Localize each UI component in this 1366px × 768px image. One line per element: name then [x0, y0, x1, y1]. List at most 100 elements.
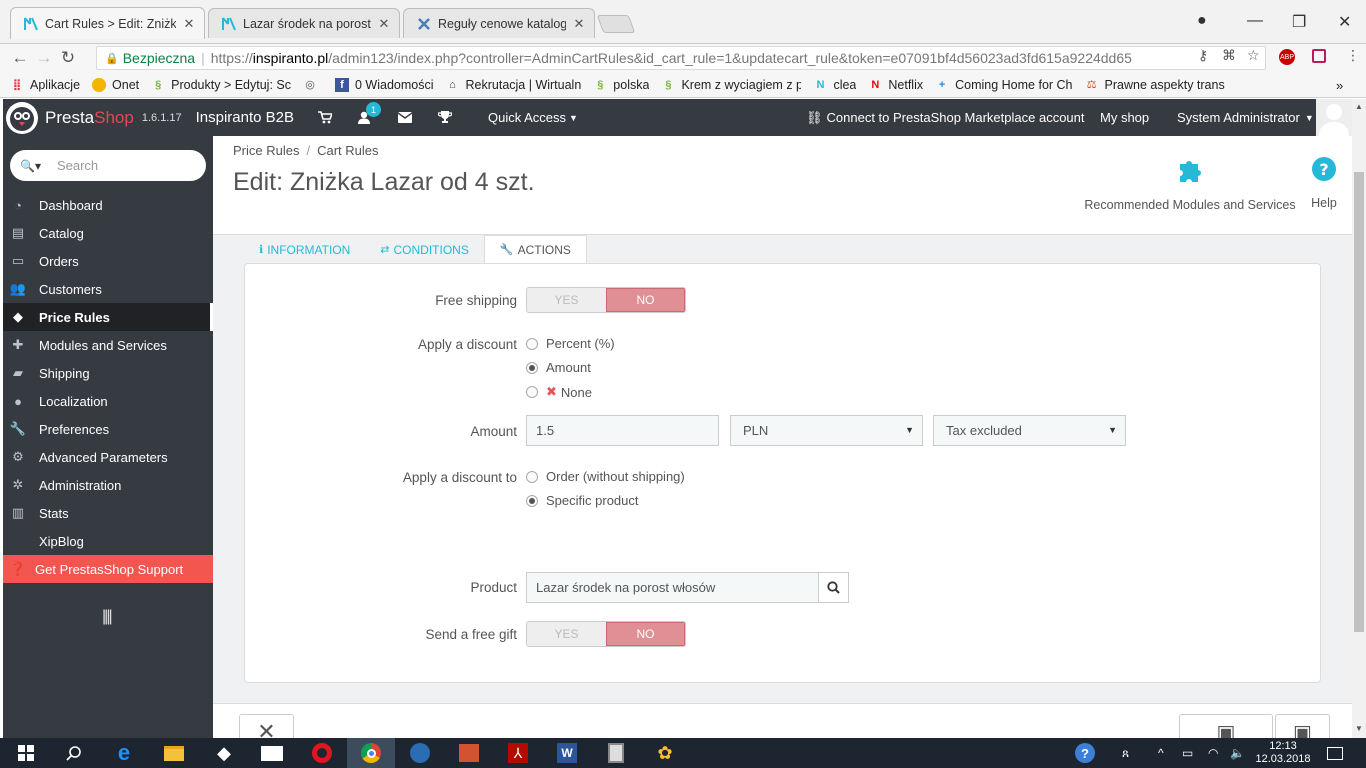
free-gift-yes[interactable]: YES	[527, 622, 606, 646]
currency-select[interactable]: PLN ▼	[730, 415, 923, 446]
shop-name[interactable]: Inspiranto B2B	[196, 109, 294, 126]
sidebar-item-catalog[interactable]: ▤ Catalog	[3, 219, 213, 247]
sidebar-item-administration[interactable]: ✲ Administration	[3, 471, 213, 499]
window-close-icon[interactable]: ✕	[1338, 12, 1351, 32]
reload-icon[interactable]: ↻	[56, 48, 80, 68]
calculator-icon[interactable]	[592, 738, 640, 768]
save-and-stay-button[interactable]: ▣	[1179, 714, 1273, 738]
key-icon[interactable]: ⚷	[1198, 47, 1208, 64]
close-icon[interactable]: ✕	[377, 16, 391, 32]
marketplace-link[interactable]: ⛓ Connect to PrestaShop Marketplace accou…	[806, 99, 1085, 136]
volume-icon[interactable]: 🔈	[1230, 738, 1245, 768]
sidebar-item-localization[interactable]: ● Localization	[3, 387, 213, 415]
scroll-up-icon[interactable]: ▲	[1355, 102, 1363, 111]
mail-icon[interactable]	[248, 738, 296, 768]
back-icon[interactable]: ←	[8, 48, 32, 68]
bookmark-onet[interactable]: Onet	[92, 77, 139, 92]
prestashop-logo[interactable]: PrestaShop 1.6.1.17	[5, 101, 182, 135]
extension-icon[interactable]	[1312, 49, 1326, 63]
address-bar[interactable]: 🔒 Bezpieczna | https://inspiranto.pl/adm…	[96, 46, 1266, 70]
thunderbird-icon[interactable]	[396, 738, 444, 768]
tray-chevron-icon[interactable]: ^	[1158, 738, 1164, 768]
bookmark-netflix[interactable]: N Netflix	[868, 78, 923, 92]
windows-start-icon[interactable]	[2, 738, 50, 768]
bookmark-rekrutacja[interactable]: ⌂ Rekrutacja | Wirtualn	[446, 78, 581, 92]
opera-icon[interactable]	[298, 738, 346, 768]
system-clock[interactable]: 12:13 12.03.2018	[1252, 740, 1314, 766]
bookmark-globe[interactable]: ◎	[303, 78, 323, 92]
product-search-button[interactable]	[818, 572, 849, 603]
search-icon[interactable]	[50, 738, 98, 768]
apply-to-order-radio[interactable]: Order (without shipping)	[526, 469, 685, 484]
free-shipping-switch[interactable]: YES NO	[526, 287, 686, 313]
free-gift-switch[interactable]: YES NO	[526, 621, 686, 647]
scroll-down-icon[interactable]: ▼	[1355, 724, 1363, 733]
cancel-button[interactable]: ✕	[239, 714, 294, 738]
adblock-icon[interactable]: ABP	[1279, 49, 1295, 65]
collapse-sidebar-icon[interactable]: ||||	[102, 608, 113, 626]
sidebar-item-xipblog[interactable]: XipBlog	[3, 527, 213, 555]
product-input[interactable]: Lazar środek na porost włosów	[526, 572, 819, 603]
envelope-icon[interactable]	[398, 99, 412, 136]
bookmark-polska[interactable]: § polska	[593, 78, 649, 92]
bookmark-facebook[interactable]: f 0 Wiadomości	[335, 77, 434, 92]
customers-notification-button[interactable]: 1	[358, 99, 388, 136]
tab-information[interactable]: ℹ Information	[244, 235, 365, 264]
menu-icon[interactable]: ⋮	[1346, 47, 1360, 64]
my-shop-link[interactable]: My shop	[1100, 99, 1149, 136]
bookmark-coming-home[interactable]: + Coming Home for Ch	[935, 78, 1073, 92]
browser-tab-reguly[interactable]: Reguły cenowe katalogu ✕	[403, 8, 595, 38]
dropbox-icon[interactable]: ◆	[200, 738, 248, 768]
close-icon[interactable]: ✕	[572, 16, 586, 32]
sidebar-item-customers[interactable]: 👥 Customers	[3, 275, 213, 303]
breadcrumb-price-rules[interactable]: Price Rules	[233, 143, 299, 158]
presentation-icon[interactable]	[445, 738, 493, 768]
discount-percent-radio[interactable]: Percent (%)	[526, 336, 615, 351]
discount-none-radio[interactable]: ✖ None	[526, 384, 592, 400]
recommended-modules-button[interactable]: Recommended Modules and Services	[1084, 156, 1296, 212]
sidebar-item-shipping[interactable]: ▰ Shipping	[3, 359, 213, 387]
page-scrollbar[interactable]: ▲ ▼	[1352, 99, 1366, 738]
avatar[interactable]	[1316, 99, 1352, 136]
help-tray-icon[interactable]: ?	[1075, 738, 1095, 768]
free-shipping-yes[interactable]: YES	[527, 288, 606, 312]
wifi-icon[interactable]: ◠	[1208, 738, 1218, 768]
star-icon[interactable]: ☆	[1247, 47, 1260, 64]
sidebar-item-dashboard[interactable]: ◔ Dashboard	[3, 191, 213, 219]
bookmark-prawne[interactable]: ⚖ Prawne aspekty trans	[1085, 78, 1225, 92]
discount-amount-radio[interactable]: Amount	[526, 360, 591, 375]
translate-icon[interactable]: ⌘	[1222, 47, 1236, 64]
bookmark-apps[interactable]: ⣿ Aplikacje	[10, 78, 80, 92]
sidebar-item-support[interactable]: ❓ Get PrestasShop Support	[3, 555, 213, 583]
tab-actions[interactable]: 🔧 Actions	[483, 235, 587, 264]
help-button[interactable]: ? Help	[1303, 156, 1345, 210]
minimize-icon[interactable]: —	[1247, 12, 1263, 30]
trophy-icon[interactable]	[438, 99, 452, 136]
search-icon[interactable]: 🔍▾	[20, 159, 41, 173]
notifications-icon[interactable]	[1327, 738, 1343, 768]
user-menu[interactable]: System Administrator ▼	[1177, 99, 1314, 136]
scroll-thumb[interactable]	[1354, 172, 1364, 632]
restore-icon[interactable]: ❐	[1292, 12, 1306, 32]
sidebar-item-stats[interactable]: ▥ Stats	[3, 499, 213, 527]
amount-input[interactable]: 1.5	[526, 415, 719, 446]
battery-icon[interactable]: ▭	[1182, 738, 1193, 768]
edge-icon[interactable]: e	[100, 738, 148, 768]
bookmarks-more-button[interactable]: »	[1336, 78, 1343, 93]
tax-select[interactable]: Tax excluded ▼	[933, 415, 1126, 446]
sidebar-item-advanced-parameters[interactable]: ⚙ Advanced Parameters	[3, 443, 213, 471]
browser-tab-cart-rules[interactable]: Cart Rules > Edit: Zniżka ✕	[10, 7, 205, 39]
close-icon[interactable]: ✕	[182, 16, 196, 32]
sidebar-item-price-rules[interactable]: ◆ Price Rules	[3, 303, 213, 331]
sidebar-item-preferences[interactable]: 🔧 Preferences	[3, 415, 213, 443]
free-gift-no[interactable]: NO	[605, 622, 685, 646]
breadcrumb-cart-rules[interactable]: Cart Rules	[317, 143, 378, 158]
bookmark-krem[interactable]: § Krem z wyciagiem z p	[661, 78, 801, 92]
new-tab-button[interactable]	[596, 15, 636, 33]
tab-conditions[interactable]: ⇄ Conditions	[365, 235, 484, 264]
acrobat-icon[interactable]: ⅄	[494, 738, 542, 768]
save-button[interactable]: ▣	[1275, 714, 1330, 738]
forward-icon[interactable]: →	[32, 48, 56, 68]
browser-tab-lazar[interactable]: Lazar środek na porost w ✕	[208, 8, 400, 38]
paint-icon[interactable]: ✿	[641, 738, 689, 768]
